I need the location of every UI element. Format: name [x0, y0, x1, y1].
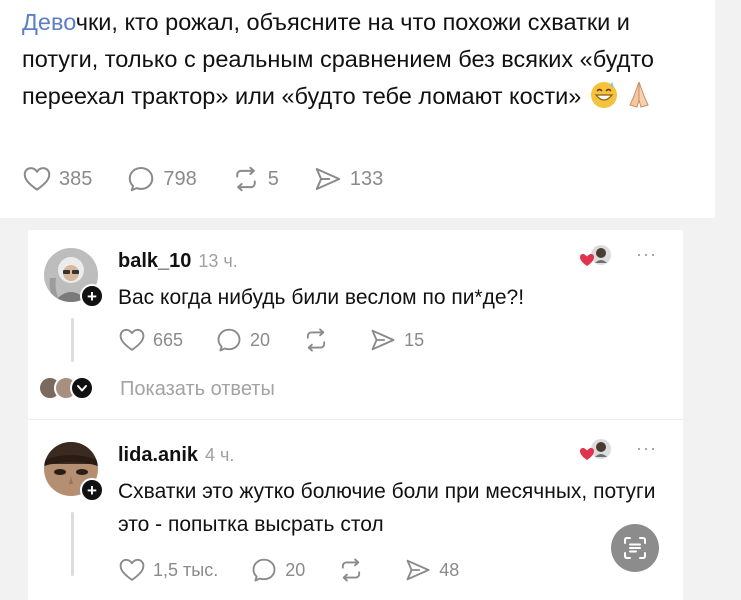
- reply-count: 20: [285, 559, 306, 580]
- text-scan-button[interactable]: [611, 524, 659, 572]
- author-liked-icon: [577, 242, 613, 270]
- send-icon: [313, 164, 343, 194]
- comment-header: balk_10 13 ч.: [118, 250, 238, 273]
- like-button[interactable]: 1,5 тыс.: [118, 556, 218, 584]
- reply-button[interactable]: 20: [215, 326, 270, 354]
- heart-icon: [22, 164, 52, 194]
- follow-plus-button[interactable]: +: [80, 284, 104, 308]
- reply-avatars: [38, 376, 104, 402]
- repost-arrows-icon: [337, 556, 365, 584]
- share-button[interactable]: 133: [313, 164, 383, 194]
- comment-text: Схватки это жутко болючие боли при месяч…: [118, 480, 656, 536]
- comment-username[interactable]: lida.anik: [118, 444, 198, 467]
- folded-hands-emoji-icon: [623, 78, 655, 121]
- more-dots-icon[interactable]: ···: [636, 244, 657, 265]
- comment-header: lida.anik 4 ч.: [118, 444, 234, 467]
- like-button[interactable]: 665: [118, 326, 183, 354]
- like-count: 665: [153, 329, 184, 350]
- text-scan-icon: [624, 537, 646, 559]
- repost-button[interactable]: [337, 556, 372, 584]
- speech-bubble-icon: [126, 164, 156, 194]
- like-count: 385: [59, 167, 93, 190]
- post-card: Девочки, кто рожал, объясните на что пох…: [0, 0, 715, 218]
- reply-button[interactable]: 20: [250, 556, 305, 584]
- repost-arrows-icon: [302, 326, 330, 354]
- repost-count: 5: [267, 167, 279, 190]
- share-button[interactable]: 15: [369, 326, 424, 354]
- repost-button[interactable]: [302, 326, 337, 354]
- show-replies-label: Показать ответы: [120, 377, 275, 400]
- thread-line: [71, 318, 74, 362]
- comment-time: 4 ч.: [205, 445, 235, 465]
- reply-count: 20: [250, 329, 271, 350]
- comment-actions: 1,5 тыс. 20 48: [118, 556, 491, 584]
- post-text-body: чки, кто рожал, объясните на что похожи …: [22, 9, 654, 109]
- share-button[interactable]: 48: [404, 556, 459, 584]
- speech-bubble-icon: [250, 556, 278, 584]
- comment-count: 798: [163, 167, 197, 190]
- like-button[interactable]: 385: [22, 164, 92, 194]
- comment-lida-anik: + lida.anik 4 ч. ··· Схватки это жутко б…: [28, 424, 683, 600]
- thread-line: [71, 512, 74, 576]
- comment-actions: 665 20 15: [118, 326, 456, 354]
- grinning-sweat-emoji-icon: [588, 78, 620, 121]
- repost-arrows-icon: [231, 164, 261, 194]
- like-count: 1,5 тыс.: [153, 559, 219, 580]
- show-replies-button[interactable]: Показать ответы: [38, 376, 275, 402]
- heart-icon: [118, 326, 146, 354]
- comment-balk-10: + balk_10 13 ч. ··· Вас когда нибудь бил…: [28, 230, 683, 420]
- heart-icon: [118, 556, 146, 584]
- post-text: Девочки, кто рожал, объясните на что пох…: [22, 4, 712, 121]
- section-gap: [0, 218, 741, 230]
- send-icon: [404, 556, 432, 584]
- share-count: 48: [439, 559, 460, 580]
- comment-text: Вас когда нибудь били веслом по пи*де?!: [118, 286, 525, 309]
- post-text-highlight: Дево: [22, 9, 76, 35]
- author-liked-icon: [577, 436, 613, 464]
- comment-time: 13 ч.: [198, 251, 238, 271]
- post-emojis: [588, 78, 655, 121]
- comment-button[interactable]: 798: [126, 164, 197, 194]
- follow-plus-button[interactable]: +: [80, 478, 104, 502]
- send-icon: [369, 326, 397, 354]
- repost-button[interactable]: 5: [231, 164, 279, 194]
- share-count: 133: [349, 167, 384, 190]
- comments-card: + balk_10 13 ч. ··· Вас когда нибудь бил…: [28, 230, 683, 600]
- more-dots-icon[interactable]: ···: [636, 438, 657, 459]
- speech-bubble-icon: [215, 326, 243, 354]
- post-actions: 385 798 5 133: [22, 164, 417, 194]
- chevron-down-icon: [70, 376, 94, 400]
- divider: [28, 419, 683, 420]
- share-count: 15: [404, 329, 425, 350]
- comment-username[interactable]: balk_10: [118, 250, 191, 273]
